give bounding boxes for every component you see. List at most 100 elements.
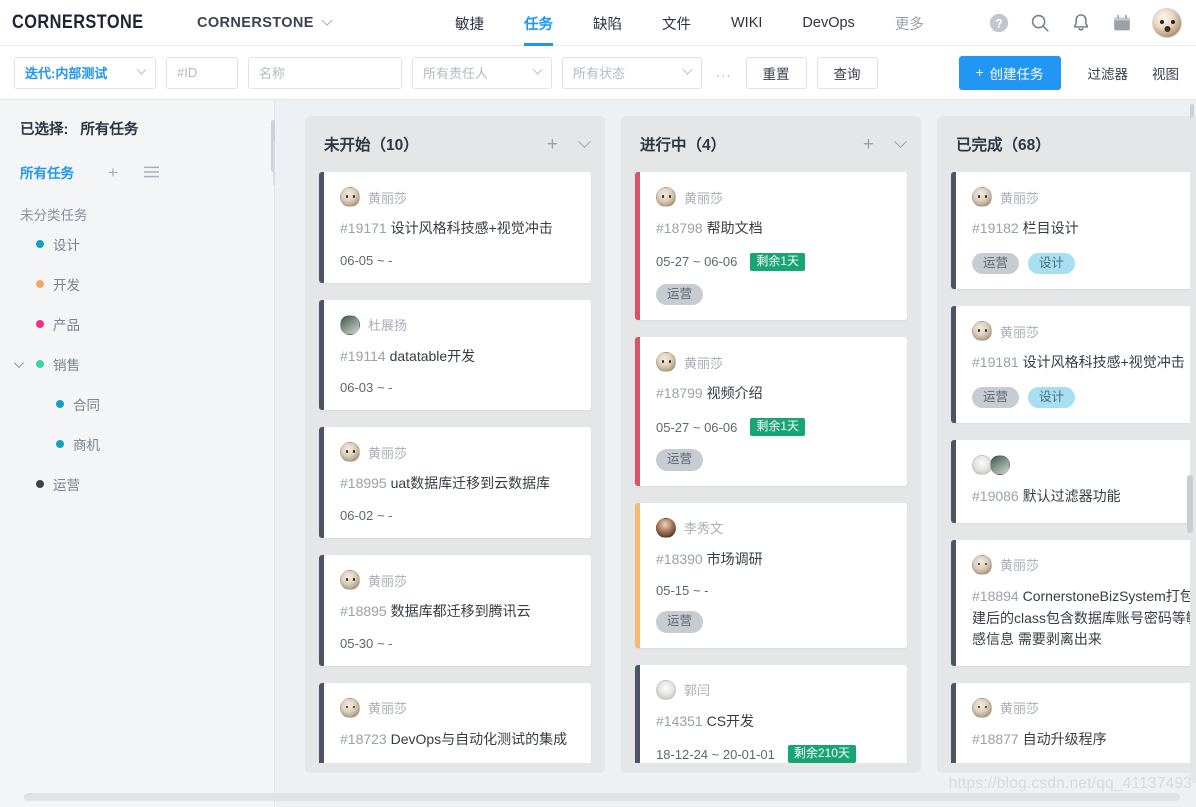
tag[interactable]: 运营 (972, 386, 1020, 409)
chevron-down-icon (321, 14, 333, 26)
calendar-icon[interactable] (1111, 12, 1133, 34)
list-menu-icon[interactable] (143, 166, 159, 178)
card-title: #14351 CS开发 (656, 711, 891, 733)
help-icon[interactable]: ? (988, 12, 1010, 34)
name-input[interactable]: 名称 (248, 56, 402, 89)
bell-icon[interactable] (1070, 12, 1092, 34)
more-filters-button[interactable]: ... (712, 64, 736, 81)
nav-item-more[interactable]: 更多 (875, 0, 944, 46)
task-card[interactable]: 黄丽莎 #18995 uat数据库迁移到云数据库 06-02 ~ - (319, 427, 591, 539)
sidebar-uncategorized[interactable]: 未分类任务 (0, 204, 274, 224)
kanban-board: 未开始（10） + 黄丽莎 #19171 设计风格科技感+视觉冲击 06-05 … (275, 100, 1196, 807)
card-title: #18723 DevOps与自动化测试的集成 (340, 729, 575, 751)
view-button[interactable]: 视图 (1149, 63, 1182, 83)
kanban-column-partial (1190, 116, 1196, 783)
reset-button[interactable]: 重置 (745, 56, 807, 89)
board-vertical-scrollbar[interactable] (1187, 475, 1193, 533)
chevron-down-icon[interactable] (578, 134, 591, 148)
avatar (340, 314, 360, 335)
task-card[interactable]: 郭闫 #14351 CS开发 18-12-24 ~ 20-01-01 剩余210… (635, 664, 907, 763)
add-card-icon[interactable]: + (547, 135, 558, 154)
card-id: #18799 (656, 385, 703, 402)
task-card[interactable]: 黄丽莎 #18798 帮助文档 05-27 ~ 06-06 剩余1天 运营 (635, 172, 907, 321)
assignee-name: 郭闫 (684, 683, 711, 699)
nav-item-agile[interactable]: 敏捷 (435, 0, 504, 46)
iteration-value: 迭代:内部测试 (25, 66, 108, 81)
card-title-text: 设计风格科技感+视觉冲击 (1022, 354, 1185, 371)
card-dates: 05-27 ~ 06-06 剩余1天 (656, 417, 891, 437)
task-card[interactable]: 黄丽莎 #18895 数据库都迁移到腾讯云 05-30 ~ - (319, 555, 591, 666)
sidebar-item-sales[interactable]: 销售 (0, 344, 274, 384)
tag[interactable]: 运营 (656, 449, 704, 471)
task-card[interactable]: #19086 默认过滤器功能 (951, 440, 1196, 523)
task-card[interactable]: 杜展扬 #19114 datatable开发 06-03 ~ - (319, 299, 591, 411)
nav-item-files[interactable]: 文件 (642, 0, 711, 46)
owner-select[interactable]: 所有责任人 (412, 56, 552, 89)
task-card[interactable]: 黄丽莎 #18877 自动升级程序 (951, 682, 1196, 763)
top-bar: CORNERSTONE CORNERSTONE 敏捷 任务 缺陷 文件 WIKI… (0, 0, 1196, 46)
sidebar-all-row: 所有任务 + (0, 162, 274, 182)
create-task-button[interactable]: + 创建任务 (958, 55, 1061, 90)
nav-item-tasks[interactable]: 任务 (504, 0, 573, 46)
card-title-text: 栏目设计 (1022, 220, 1079, 236)
tag[interactable]: 运营 (656, 283, 704, 306)
card-id: #19114 (340, 347, 386, 364)
card-title: #19182 栏目设计 (972, 218, 1196, 240)
card-title: #19114 datatable开发 (340, 346, 575, 368)
filter-button[interactable]: 过滤器 (1085, 63, 1132, 83)
card-date-range: 05-27 ~ 06-06 (656, 419, 738, 435)
sidebar-item-opportunity[interactable]: 商机 (0, 424, 274, 464)
add-card-icon[interactable]: + (863, 135, 874, 154)
nav-item-wiki[interactable]: WIKI (711, 0, 782, 46)
card-id: #19181 (972, 354, 1019, 371)
task-card[interactable]: 黄丽莎 #19182 栏目设计 运营 设计 (951, 172, 1196, 290)
sidebar-item-design[interactable]: 设计 (0, 224, 274, 264)
sidebar-item-label: 商机 (73, 438, 100, 453)
task-card[interactable]: 黄丽莎 #18723 DevOps与自动化测试的集成 05-23 ~ - (319, 682, 591, 763)
avatar[interactable] (1152, 8, 1182, 38)
avatar (340, 187, 360, 207)
card-title: #19171 设计风格科技感+视觉冲击 (340, 218, 575, 240)
task-card[interactable]: 黄丽莎 #18894 CornerstoneBizSystem打包建后的clas… (951, 539, 1196, 666)
app-logo: CORNERSTONE (12, 11, 144, 33)
card-assignee: 黄丽莎 (340, 187, 575, 207)
task-card[interactable]: 黄丽莎 #18799 视频介绍 05-27 ~ 06-06 剩余1天 运营 (635, 337, 907, 486)
tag[interactable]: 设计 (1028, 386, 1076, 409)
chevron-down-icon[interactable] (13, 357, 24, 368)
sidebar-item-label: 设计 (53, 238, 80, 253)
task-card[interactable]: 黄丽莎 #19181 设计风格科技感+视觉冲击 运营 设计 (951, 306, 1196, 424)
nav-item-defects[interactable]: 缺陷 (573, 0, 642, 46)
task-card[interactable]: 黄丽莎 #19171 设计风格科技感+视觉冲击 06-05 ~ - (319, 172, 591, 283)
card-id: #18895 (340, 603, 387, 620)
nav-item-devops[interactable]: DevOps (782, 0, 874, 46)
tag[interactable]: 运营 (972, 252, 1020, 275)
iteration-select[interactable]: 迭代:内部测试 (14, 56, 156, 89)
card-title: #18799 视频介绍 (656, 383, 891, 405)
card-title-text: DevOps与自动化测试的集成 (390, 730, 568, 747)
sidebar-item-development[interactable]: 开发 (0, 264, 274, 304)
sidebar-item-operations[interactable]: 运营 (0, 464, 274, 504)
add-category-icon[interactable]: + (108, 164, 118, 181)
project-selector[interactable]: CORNERSTONE (197, 14, 333, 31)
sidebar-item-product[interactable]: 产品 (0, 304, 274, 344)
status-select[interactable]: 所有状态 (562, 56, 702, 89)
query-button[interactable]: 查询 (816, 56, 878, 89)
remaining-days-badge: 剩余210天 (787, 745, 856, 763)
assignee-name: 黄丽莎 (684, 355, 724, 371)
id-input[interactable]: #ID (166, 56, 238, 89)
sidebar-item-contract[interactable]: 合同 (0, 384, 274, 424)
card-date-range: 05-15 ~ - (656, 583, 709, 599)
card-title: #18877 自动升级程序 (972, 729, 1196, 751)
card-id: #19171 (340, 220, 387, 236)
search-icon[interactable] (1029, 12, 1051, 34)
sidebar-item-label: 开发 (53, 278, 80, 293)
card-assignee (972, 455, 1196, 476)
board-horizontal-scrollbar[interactable] (24, 793, 1180, 801)
sidebar-item-all-tasks[interactable]: 所有任务 (20, 162, 74, 182)
task-card[interactable]: 李秀文 #18390 市场调研 05-15 ~ - 运营 (635, 502, 907, 648)
avatar (340, 697, 360, 718)
chevron-down-icon[interactable] (894, 134, 907, 148)
tag[interactable]: 运营 (656, 611, 704, 633)
card-dates: 05-15 ~ - (656, 583, 891, 598)
tag[interactable]: 设计 (1028, 252, 1076, 275)
